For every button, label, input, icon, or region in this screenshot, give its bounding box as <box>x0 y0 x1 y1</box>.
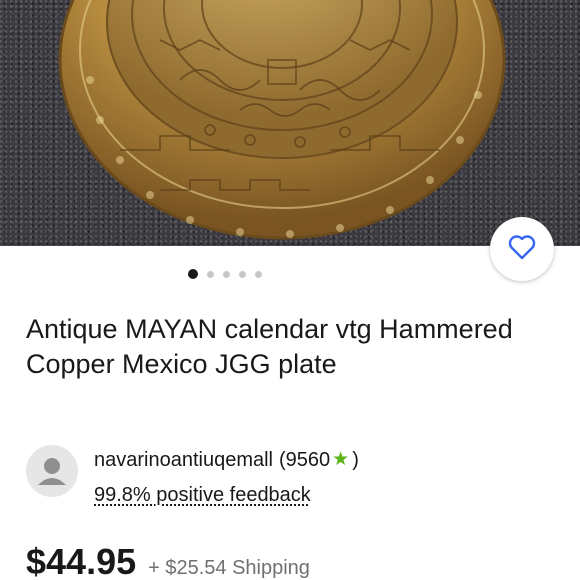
positive-feedback-link[interactable]: 99.8% positive feedback <box>94 483 359 507</box>
price-row: $44.95 + $25.54 Shipping <box>26 540 310 580</box>
carousel-dot-5[interactable] <box>255 270 262 278</box>
star-icon: ★ <box>332 449 350 470</box>
seller-feedback-score: (9560 <box>279 449 331 471</box>
seller-card[interactable]: navarinoantiuqemall (9560 ★ ) 99.8% posi… <box>26 445 359 507</box>
seller-name[interactable]: navarinoantiuqemall <box>94 447 273 473</box>
carousel-dot-4[interactable] <box>239 270 246 278</box>
image-carousel-indicator <box>0 269 580 279</box>
heart-outline-icon <box>508 234 536 265</box>
carousel-dot-2[interactable] <box>207 270 214 278</box>
avatar[interactable] <box>26 445 78 497</box>
copper-plate-illustration <box>58 0 506 240</box>
seller-feedback-score-close: ) <box>352 449 359 471</box>
carousel-dot-1[interactable] <box>188 269 198 279</box>
carousel-dot-3[interactable] <box>223 270 230 278</box>
shipping-cost: + $25.54 Shipping <box>148 557 310 579</box>
user-placeholder-icon <box>38 458 66 485</box>
listing-title: Antique MAYAN calendar vtg Hammered Copp… <box>26 314 513 379</box>
product-image[interactable] <box>0 0 580 246</box>
item-price: $44.95 <box>26 541 137 580</box>
